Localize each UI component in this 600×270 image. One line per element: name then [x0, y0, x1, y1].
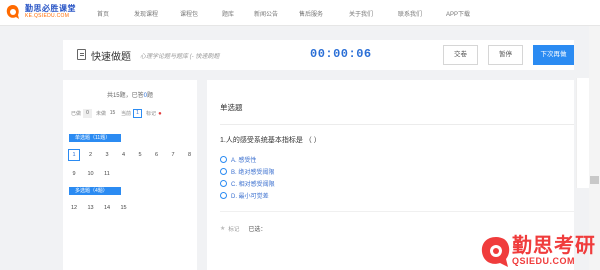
divider — [220, 124, 574, 125]
watermark-text: 勤思考研 — [512, 235, 596, 257]
practice-header: 快速做题 心理学论题与题库 (- 快速刷题 00:00:06 交卷 暂停 下次再… — [63, 40, 574, 70]
do-later-button[interactable]: 下次再做 — [533, 45, 574, 65]
option-c[interactable]: C. 相对感受阈限 — [220, 179, 275, 188]
answer-card: 共15题，已答0题 已做 0 未做 15 当前 1 标记 ● 单选题（11题） … — [63, 80, 197, 270]
logo-icon — [6, 5, 19, 19]
nav-item-packages[interactable]: 课程包 — [180, 9, 198, 18]
option-label: B. 绝对感受阈限 — [231, 170, 275, 176]
question-grid-multi: 12 13 14 15 — [68, 202, 196, 214]
radio-icon[interactable] — [220, 180, 227, 187]
question-number-2[interactable]: 2 — [84, 149, 97, 161]
question-number-8[interactable]: 8 — [183, 149, 196, 161]
chosen-answer: 已选： — [248, 227, 267, 233]
question-grid-single: 1 2 3 4 5 6 7 8 9 10 11 — [68, 149, 196, 180]
legend-done-count: 0 — [83, 109, 93, 118]
question-number-7[interactable]: 7 — [167, 149, 179, 161]
legend-current-count: 1 — [133, 109, 143, 118]
nav-item-questions[interactable]: 题库 — [222, 9, 234, 18]
section-tag-single: 单选题（11题） — [69, 134, 121, 142]
pause-button[interactable]: 暂停 — [488, 45, 523, 65]
brand-domain: KE.QSIEDU.COM — [25, 13, 70, 19]
legend-undone-count: 15 — [109, 110, 116, 116]
question-number-3[interactable]: 3 — [101, 149, 113, 161]
mark-row: ★ 标记 已选： — [220, 224, 266, 233]
question-number-12[interactable]: 12 — [68, 202, 80, 214]
option-d[interactable]: D. 最小可觉差 — [220, 191, 269, 200]
top-nav: 勤思必胜课堂 KE.QSIEDU.COM 首页 发现课程 课程包 题库 新闻公告… — [0, 0, 600, 26]
option-b[interactable]: B. 绝对感受阈限 — [220, 167, 274, 176]
answer-legend: 已做 0 未做 15 当前 1 标记 ● — [71, 109, 162, 118]
legend-done-label: 已做 — [71, 111, 82, 117]
question-number-9[interactable]: 9 — [68, 168, 80, 180]
watermark: 勤思考研 QSIEDU.COM — [478, 234, 596, 268]
option-label: D. 最小可觉差 — [231, 194, 269, 200]
nav-item-app[interactable]: APP下载 — [446, 9, 470, 18]
nav-item-news[interactable]: 新闻公告 — [254, 9, 278, 18]
question-number-10[interactable]: 10 — [84, 168, 97, 180]
timer: 00:00:06 — [310, 47, 372, 61]
nav-item-courses[interactable]: 发现课程 — [134, 9, 158, 18]
radio-icon[interactable] — [220, 192, 227, 199]
page-subtitle: 心理学论题与题库 (- 快速刷题 — [140, 54, 220, 60]
watermark-domain: QSIEDU.COM — [512, 256, 576, 266]
question-number-15[interactable]: 15 — [117, 202, 130, 214]
legend-marked-label: 标记 — [146, 111, 157, 117]
question-number-11[interactable]: 11 — [101, 168, 113, 180]
nav-item-contact[interactable]: 联系我们 — [398, 9, 422, 18]
option-a[interactable]: A. 感受性 — [220, 155, 256, 164]
question-number-4[interactable]: 4 — [117, 149, 130, 161]
question-number-13[interactable]: 13 — [84, 202, 97, 214]
option-label: A. 感受性 — [231, 158, 257, 164]
watermark-logo-icon — [481, 237, 510, 267]
submit-button[interactable]: 交卷 — [443, 45, 478, 65]
side-float-panel[interactable] — [576, 78, 590, 188]
site-logo[interactable]: 勤思必胜课堂 KE.QSIEDU.COM — [4, 3, 76, 21]
legend-current-label: 当前 — [121, 111, 132, 117]
answer-summary: 共15题，已答0题 — [106, 93, 154, 99]
question-number-14[interactable]: 14 — [101, 202, 113, 214]
bookmark-icon[interactable]: ★ — [220, 225, 225, 232]
divider — [220, 211, 574, 212]
radio-icon[interactable] — [220, 156, 227, 163]
radio-icon[interactable] — [220, 168, 227, 175]
document-icon — [77, 49, 86, 60]
question-text: 1.人的感受系统基本指标是 （ ） — [220, 137, 321, 144]
page-title: 快速做题 — [91, 52, 131, 63]
marked-dot-icon: ● — [158, 110, 162, 117]
brand-name: 勤思必胜课堂 — [25, 4, 76, 13]
question-number-5[interactable]: 5 — [134, 149, 146, 161]
nav-item-about[interactable]: 关于我们 — [349, 9, 373, 18]
mark-button[interactable]: 标记 — [228, 225, 239, 233]
question-number-6[interactable]: 6 — [150, 149, 163, 161]
option-label: C. 相对感受阈限 — [231, 182, 275, 188]
scrollbar-thumb[interactable] — [590, 176, 599, 184]
nav-item-home[interactable]: 首页 — [97, 9, 109, 18]
section-tag-multi: 多选题（4题） — [69, 187, 121, 195]
nav-item-service[interactable]: 售后服务 — [299, 9, 323, 18]
question-number-1[interactable]: 1 — [68, 149, 80, 161]
legend-undone-label: 未做 — [96, 111, 107, 117]
question-type: 单选题 — [220, 103, 243, 112]
